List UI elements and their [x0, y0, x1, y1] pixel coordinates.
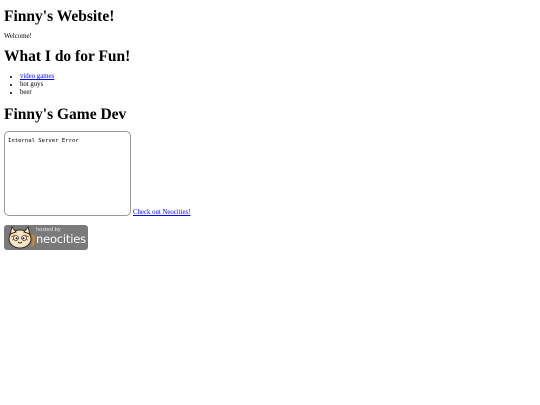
game-frame-row: Internal Server Error Check out Neocitie…	[4, 131, 190, 216]
fun-heading: What I do for Fun!	[4, 48, 131, 65]
site-title: Finny's Website!	[4, 8, 115, 25]
badge-neocities-text: neocities	[36, 232, 86, 246]
list-item: video games	[20, 73, 54, 81]
hosted-by-neocities-badge[interactable]: hosted by neocities	[4, 225, 88, 250]
welcome-text: Welcome!	[4, 33, 32, 40]
game-iframe[interactable]: Internal Server Error	[4, 131, 131, 216]
iframe-error-text: Internal Server Error	[8, 138, 79, 144]
neocities-cat-icon	[6, 226, 36, 249]
list-item: beer	[20, 89, 54, 97]
badge-text: hosted by neocities	[36, 227, 86, 246]
neocities-link[interactable]: Check out Neocities!	[133, 209, 190, 217]
list-item: hot guys	[20, 81, 54, 89]
gamedev-heading: Finny's Game Dev	[4, 106, 127, 123]
fun-list: video games hot guys beer	[4, 73, 54, 97]
video-games-link[interactable]: video games	[20, 73, 54, 80]
